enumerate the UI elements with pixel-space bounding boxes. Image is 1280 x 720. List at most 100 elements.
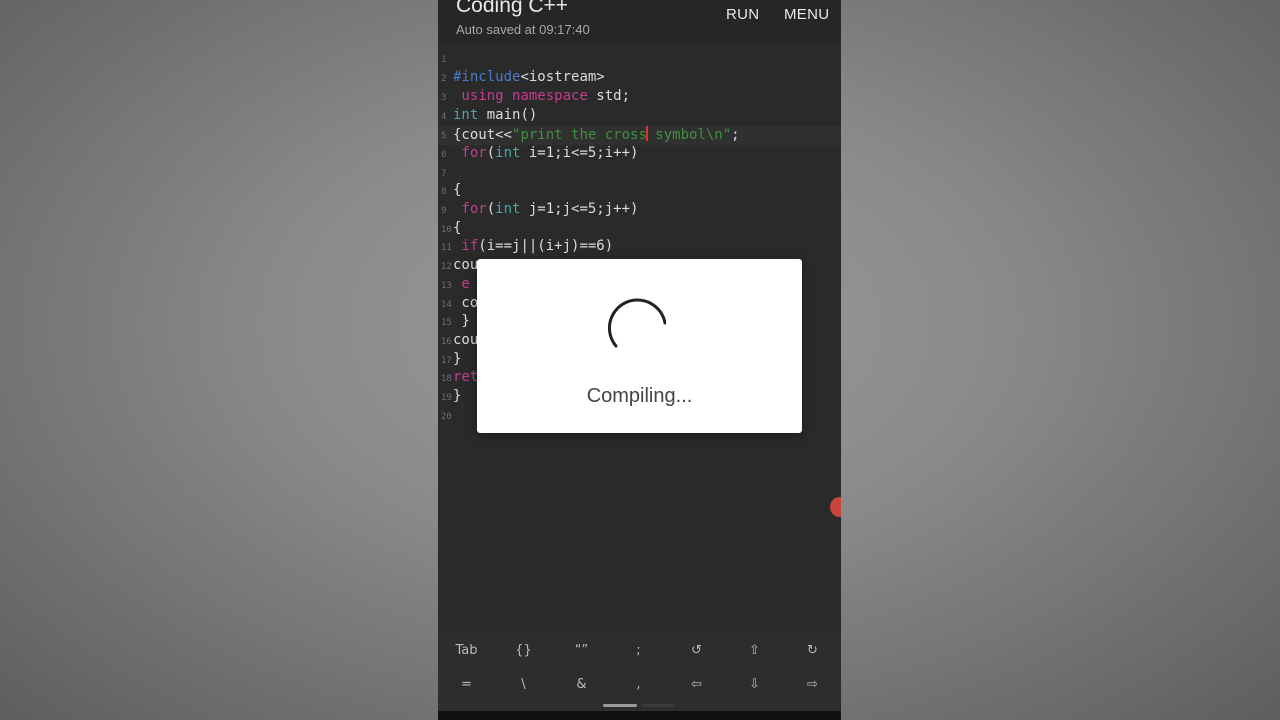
code-line[interactable]: 2 #include<iostream>: [438, 69, 841, 88]
key-button[interactable]: &: [553, 677, 610, 692]
app-title: Coding C++: [456, 0, 569, 17]
code-token: int: [453, 107, 479, 123]
code-token: {cout<<: [453, 127, 513, 143]
code-token: ret: [453, 369, 479, 385]
line-number: 9: [441, 206, 447, 216]
code-text: e: [453, 276, 470, 292]
app-bar: Coding C++ Auto saved at 09:17:40 RUN ME…: [438, 0, 841, 44]
line-number: 17: [441, 356, 452, 366]
line-number: 14: [441, 300, 452, 310]
line-number: 16: [441, 337, 452, 347]
key-button[interactable]: Tab: [438, 643, 495, 658]
code-line[interactable]: 10{: [438, 220, 841, 239]
line-number: 5: [441, 131, 447, 141]
code-token: }: [453, 313, 470, 329]
code-token: {: [453, 220, 462, 236]
line-number: 6: [441, 150, 447, 160]
key-button[interactable]: ⇩: [726, 677, 783, 692]
symbol-keyboard: Tab{} “”; ↺ ⇧ ↻ = \ &, ⇦ ⇩ ⇨: [438, 633, 841, 711]
code-token: #include: [453, 69, 521, 85]
line-number: 4: [441, 112, 447, 122]
key-button[interactable]: ⇧: [726, 643, 783, 658]
code-text: }: [453, 351, 461, 367]
code-token: (: [486, 145, 496, 161]
code-token: {: [453, 182, 462, 198]
line-number: 20: [441, 412, 452, 422]
code-token: for: [453, 201, 487, 217]
key-button[interactable]: =: [438, 677, 495, 692]
code-line[interactable]: 8{: [438, 182, 841, 201]
autosave-status: Auto saved at 09:17:40: [456, 22, 590, 37]
code-text: using namespace std;: [453, 88, 630, 104]
line-number: 10: [441, 225, 452, 235]
line-number: 15: [441, 318, 452, 328]
code-text: }: [453, 313, 470, 329]
line-number: 12: [441, 262, 452, 272]
code-token: int: [495, 201, 521, 217]
code-text: if(i==j||(i+j)==6): [453, 238, 613, 254]
code-token: ;: [731, 127, 740, 143]
nav-pill-inactive: [641, 704, 675, 707]
code-text: ret: [453, 369, 478, 385]
code-token: j=1;j<=5;j++): [520, 201, 639, 217]
code-token: }: [453, 388, 462, 404]
code-line[interactable]: 7: [438, 164, 841, 183]
code-line[interactable]: 5 {cout<<"print the cross symbol\n";: [438, 126, 841, 145]
code-token: <iostream>: [520, 69, 605, 85]
code-line[interactable]: 11 if(i==j||(i+j)==6): [438, 238, 841, 257]
code-token: int: [495, 145, 521, 161]
compiling-message: Compiling...: [586, 385, 693, 407]
line-number: 19: [441, 393, 452, 403]
key-button[interactable]: ,: [610, 677, 667, 692]
key-button[interactable]: ⇦: [668, 677, 725, 692]
code-line[interactable]: 4 int main(): [438, 107, 841, 126]
code-text: #include<iostream>: [453, 69, 605, 85]
menu-button[interactable]: MENU: [784, 6, 829, 23]
key-button[interactable]: ⇨: [784, 677, 841, 692]
code-line[interactable]: 6 for(int i=1;i<=5;i++): [438, 145, 841, 164]
line-number: 11: [441, 243, 452, 253]
line-number: 2: [441, 74, 447, 84]
code-text: int main(): [453, 107, 537, 123]
line-number: 18: [441, 374, 452, 384]
code-token: }: [453, 351, 462, 367]
key-button[interactable]: “”: [553, 643, 610, 658]
key-button[interactable]: ;: [610, 643, 667, 658]
line-number: 13: [441, 281, 452, 291]
code-token: using: [453, 88, 504, 104]
code-text: cou: [453, 332, 478, 348]
code-token: "print the cross: [512, 127, 647, 143]
line-number: 1: [441, 55, 447, 65]
code-text: {: [453, 220, 461, 236]
key-button[interactable]: ↺: [668, 643, 725, 658]
line-number: 7: [441, 169, 447, 179]
nav-pill-active: [603, 704, 637, 707]
code-token: namespace: [503, 88, 588, 104]
key-button[interactable]: ↻: [784, 643, 841, 658]
code-line[interactable]: 1: [438, 50, 841, 69]
code-text: }: [453, 388, 461, 404]
code-token: e: [453, 276, 470, 292]
code-text: {: [453, 182, 461, 198]
line-number: 8: [441, 187, 447, 197]
code-token: cou: [453, 332, 479, 348]
code-token: std;: [587, 88, 631, 104]
code-text: for(int i=1;i<=5;i++): [453, 145, 638, 161]
run-button[interactable]: RUN: [726, 6, 759, 23]
code-token: main(): [478, 107, 538, 123]
compiling-dialog: Compiling...: [477, 259, 802, 433]
code-line[interactable]: 3 using namespace std;: [438, 88, 841, 107]
loading-spinner-icon: [608, 298, 666, 348]
code-token: for: [453, 145, 487, 161]
code-line[interactable]: 9 for(int j=1;j<=5;j++): [438, 201, 841, 220]
code-text: co: [453, 295, 478, 311]
code-token: (i==j||(i+j)==6): [478, 238, 614, 254]
code-token: co: [453, 295, 479, 311]
code-token: (: [486, 201, 496, 217]
key-button[interactable]: \: [495, 677, 552, 692]
code-text: {cout<<"print the cross symbol\n";: [453, 126, 740, 143]
key-button[interactable]: {}: [495, 643, 552, 658]
system-nav-bar: [438, 711, 841, 720]
code-token: if: [453, 238, 479, 254]
code-token: i=1;i<=5;i++): [520, 145, 639, 161]
